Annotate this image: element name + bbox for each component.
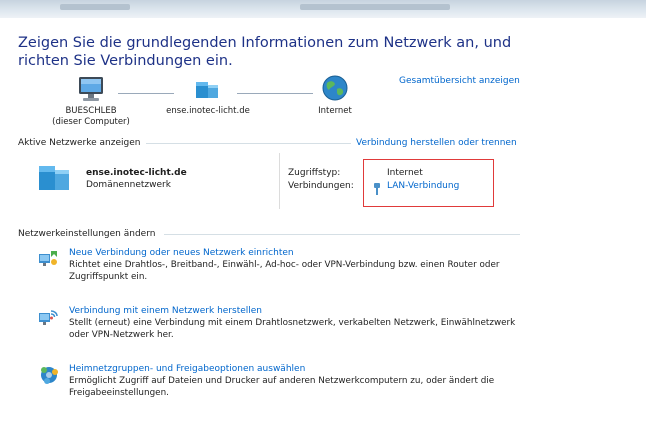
- task-title-connect-network[interactable]: Verbindung mit einem Netzwerk herstellen: [69, 305, 262, 317]
- computer-name-label: BUESCHLEB: [65, 106, 117, 116]
- highlight-box: [363, 159, 494, 207]
- window-top-strip: [0, 0, 646, 18]
- internet-globe-icon[interactable]: [321, 74, 349, 102]
- access-type-label: Zugriffstyp:: [288, 168, 341, 178]
- network-type: Domänennetzwerk: [86, 180, 171, 190]
- map-connector-1: [118, 93, 174, 94]
- new-connection-icon: [39, 249, 59, 267]
- network-name: ense.inotec-licht.de: [86, 168, 187, 178]
- computer-icon[interactable]: [76, 75, 106, 103]
- settings-section-label: Netzwerkeinstellungen ändern: [18, 229, 156, 239]
- connect-network-icon: [39, 308, 59, 326]
- vertical-separator: [279, 153, 280, 209]
- task-title-new-connection[interactable]: Neue Verbindung oder neues Netzwerk einr…: [69, 247, 294, 259]
- map-connector-2: [237, 93, 313, 94]
- active-networks-label: Aktive Netzwerke anzeigen: [18, 138, 141, 148]
- task-desc-homegroup: Ermöglicht Zugriff auf Dateien und Druck…: [69, 376, 495, 398]
- homegroup-icon: [38, 365, 60, 385]
- page-heading: Zeigen Sie die grundlegenden Information…: [18, 35, 512, 69]
- connect-disconnect-link[interactable]: Verbindung herstellen oder trennen: [356, 137, 517, 149]
- overview-link[interactable]: Gesamtübersicht anzeigen: [399, 75, 520, 87]
- domain-node-label: ense.inotec-licht.de: [166, 106, 250, 116]
- domain-network-large-icon: [37, 162, 73, 194]
- address-blur: [300, 4, 450, 10]
- internet-node-label: Internet: [318, 106, 352, 116]
- section-divider-active: [146, 143, 351, 144]
- task-desc-connect-network: Stellt (erneut) eine Verbindung mit eine…: [69, 318, 516, 340]
- computer-sub-label: (dieser Computer): [52, 117, 130, 127]
- toolbar-blur: [60, 4, 130, 10]
- connections-label: Verbindungen:: [288, 181, 354, 191]
- domain-network-icon[interactable]: [193, 76, 223, 102]
- task-title-homegroup[interactable]: Heimnetzgruppen- und Freigabeoptionen au…: [69, 363, 305, 375]
- section-divider-settings: [164, 234, 520, 235]
- task-desc-new-connection: Richtet eine Drahtlos-, Breitband-, Einw…: [69, 260, 500, 282]
